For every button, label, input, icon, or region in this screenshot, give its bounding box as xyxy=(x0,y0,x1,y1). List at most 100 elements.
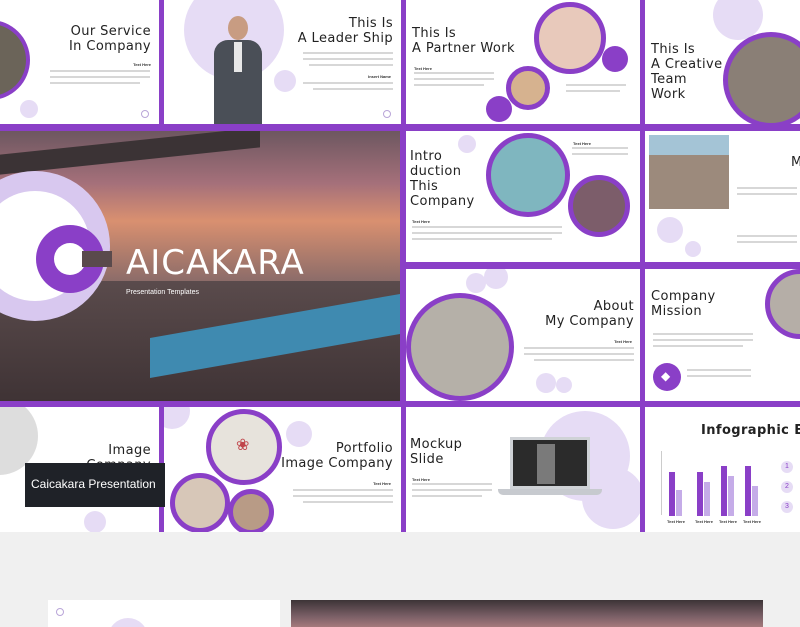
text-placeholder xyxy=(737,187,797,189)
subhead: Text Here xyxy=(412,219,430,224)
laptop-base xyxy=(498,489,602,495)
chart-bar xyxy=(704,482,710,516)
photo-circle xyxy=(506,66,550,110)
photo-circle xyxy=(406,293,514,401)
text-placeholder xyxy=(653,345,743,347)
text-placeholder xyxy=(524,347,634,349)
slide-grid: Our Service In Company Text Here This Is… xyxy=(0,0,800,532)
text-placeholder xyxy=(572,147,628,149)
preview-slide-right[interactable] xyxy=(291,600,763,627)
text-placeholder xyxy=(524,353,634,355)
text-placeholder xyxy=(303,501,393,503)
text-placeholder xyxy=(309,64,393,66)
chart-bar xyxy=(752,486,758,516)
subhead: Text Here xyxy=(373,481,391,486)
chart-bar xyxy=(669,472,675,516)
text-placeholder xyxy=(414,72,494,74)
slide-title: Mockup Slide xyxy=(410,437,463,467)
slide-portfolio[interactable]: ❀ Portfolio Image Company Text Here xyxy=(164,407,401,532)
photo-circle xyxy=(486,133,570,217)
logo-gap xyxy=(82,251,112,267)
text-placeholder xyxy=(653,339,753,341)
text-placeholder xyxy=(303,58,393,60)
slide-title: Company Mission xyxy=(651,289,716,319)
brand-subtitle: Presentation Templates xyxy=(126,289,200,296)
preview-slide-left[interactable] xyxy=(48,600,280,627)
tag-glyph: ◆ xyxy=(661,369,671,383)
number-badge: 3 xyxy=(781,501,793,513)
lavender-circle xyxy=(20,100,38,118)
footer-logo-icon xyxy=(141,110,149,118)
slide-mission[interactable]: Company Mission ◆ xyxy=(645,269,800,401)
text-placeholder xyxy=(412,489,492,491)
photo-circle xyxy=(765,269,800,339)
slide-title: M xyxy=(791,155,800,170)
portrait-photo xyxy=(206,10,270,124)
slide-our-service[interactable]: Our Service In Company Text Here xyxy=(0,0,159,124)
slide-title: This Is A Partner Work xyxy=(412,26,515,56)
presentation-banner: Caicakara Presentation xyxy=(25,463,165,507)
text-placeholder xyxy=(412,238,552,240)
lavender-circle xyxy=(556,377,572,393)
lavender-circle xyxy=(466,273,486,293)
chart-label: Text Here xyxy=(667,519,685,524)
slide-title: This Is A Leader Ship xyxy=(297,16,393,46)
slide-title: About My Company xyxy=(545,299,634,329)
text-placeholder xyxy=(313,88,393,90)
slide-title: Infographic Ele xyxy=(701,423,800,438)
text-placeholder xyxy=(414,84,484,86)
photo-circle xyxy=(534,2,606,74)
number-badge: 1 xyxy=(781,461,793,473)
photo-circle xyxy=(170,473,230,532)
lavender-circle xyxy=(458,135,476,153)
preview-strip xyxy=(0,532,800,627)
text-placeholder xyxy=(412,226,562,228)
slide-introduction[interactable]: Intro duction This Company Text Here Tex… xyxy=(406,131,640,262)
text-placeholder xyxy=(737,235,797,237)
lavender-circle xyxy=(582,467,640,529)
text-placeholder xyxy=(412,495,482,497)
subhead: Text Here xyxy=(614,339,632,344)
chart-bar xyxy=(728,476,734,516)
caption: Insert Name xyxy=(368,74,391,79)
slide-leader-ship[interactable]: This Is A Leader Ship Insert Name xyxy=(164,0,401,124)
text-placeholder xyxy=(737,241,797,243)
chart-label: Text Here xyxy=(719,519,737,524)
lavender-circle xyxy=(657,217,683,243)
text-placeholder xyxy=(737,193,797,195)
chart-bar xyxy=(745,466,751,516)
laptop-icon xyxy=(510,437,590,489)
house-roof xyxy=(649,135,729,155)
lavender-circle xyxy=(84,511,106,532)
slide-mockup[interactable]: Mockup Slide Text Here xyxy=(406,407,640,532)
lavender-circle xyxy=(536,373,556,393)
slide-about[interactable]: About My Company Text Here xyxy=(406,269,640,401)
text-placeholder xyxy=(687,369,751,371)
banner-label: Caicakara Presentation xyxy=(31,477,156,491)
text-placeholder xyxy=(50,82,140,84)
subhead: Text Here xyxy=(573,141,591,146)
slide-infographic[interactable]: Infographic Ele Text Here Text Here Text… xyxy=(645,407,800,532)
lavender-circle xyxy=(484,269,508,289)
footer-logo-icon xyxy=(56,608,64,616)
footer-logo-icon xyxy=(383,110,391,118)
subhead: Text Here xyxy=(412,477,430,482)
text-placeholder xyxy=(412,483,492,485)
chart-label: Text Here xyxy=(743,519,761,524)
text-placeholder xyxy=(534,359,634,361)
subhead: Text Here xyxy=(133,62,151,67)
lavender-circle xyxy=(108,618,148,627)
slide-partner-work[interactable]: This Is A Partner Work Text Here xyxy=(406,0,640,124)
photo-circle xyxy=(568,175,630,237)
text-placeholder xyxy=(293,489,393,491)
slide-creative-team[interactable]: This Is A Creative Team Work xyxy=(645,0,800,124)
text-placeholder xyxy=(412,232,562,234)
slide-m[interactable]: M xyxy=(645,131,800,262)
chart-bar xyxy=(676,490,682,516)
text-placeholder xyxy=(303,52,393,54)
text-placeholder xyxy=(303,82,393,84)
slide-cover[interactable]: AICAKARA Presentation Templates xyxy=(0,131,400,401)
flower-icon: ❀ xyxy=(236,437,250,454)
text-placeholder xyxy=(653,333,753,335)
purple-circle xyxy=(486,96,512,122)
